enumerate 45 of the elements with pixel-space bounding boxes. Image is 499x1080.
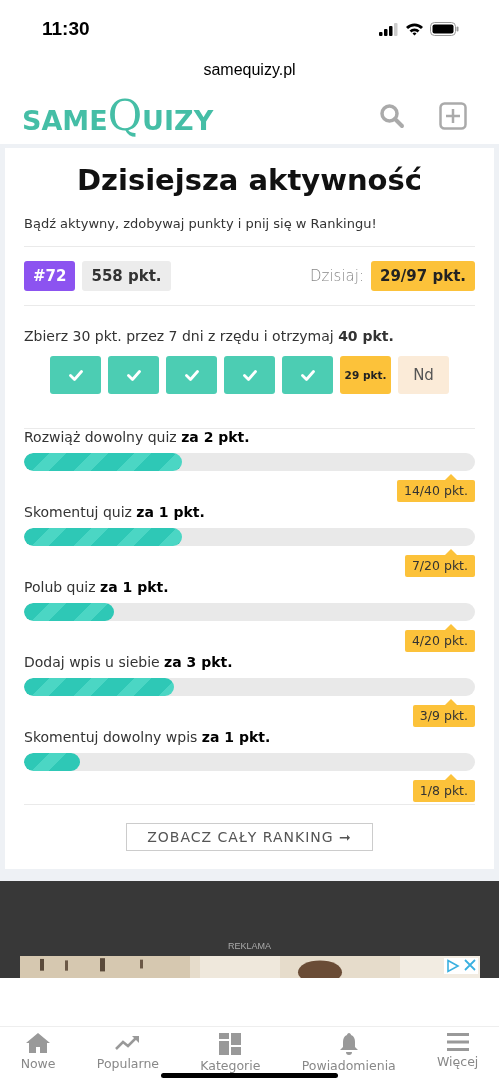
check-icon bbox=[300, 369, 315, 381]
bell-icon bbox=[338, 1033, 359, 1055]
nav-item[interactable]: Więcej bbox=[437, 1033, 479, 1069]
task-text: Skomentuj quiz za 1 pkt. bbox=[24, 504, 206, 520]
task-text: Dodaj wpis u siebie za 3 pkt. bbox=[24, 654, 234, 670]
task-text: Rozwiąż dowolny quiz za 2 pkt. bbox=[24, 429, 251, 445]
home-icon bbox=[26, 1033, 51, 1053]
status-time: 11:30 bbox=[42, 18, 90, 40]
check-icon bbox=[242, 369, 257, 381]
progress-tooltip: 3/9 pkt. bbox=[412, 699, 475, 727]
nav-item[interactable]: Popularne bbox=[96, 1033, 160, 1071]
check-icon bbox=[126, 369, 141, 381]
grid-icon bbox=[219, 1033, 242, 1055]
day-points-tile: 29 pkt. bbox=[340, 356, 391, 394]
card-title: Dzisiejsza aktywność bbox=[76, 162, 423, 199]
nav-item[interactable]: Kategorie bbox=[200, 1033, 261, 1073]
task-text: Skomentuj dowolny wpis za 1 pkt. bbox=[24, 729, 272, 745]
close-icon[interactable] bbox=[463, 959, 476, 971]
nav-item[interactable]: Powiadomienia bbox=[301, 1033, 396, 1073]
check-icon bbox=[184, 369, 199, 381]
check-icon bbox=[68, 369, 83, 381]
battery-icon bbox=[430, 22, 459, 36]
logo[interactable]: SAMEQUIZY bbox=[22, 95, 214, 137]
progress-tooltip: 4/20 pkt. bbox=[404, 624, 475, 652]
subtitle-text: Bądź aktywny, zdobywaj punkty i pnij się w Rankingu! bbox=[24, 216, 378, 231]
signal-icon bbox=[379, 22, 399, 36]
rank-badge: #72 bbox=[24, 261, 76, 291]
progress-tooltip: 1/8 pkt. bbox=[412, 774, 475, 802]
url-text[interactable]: samequizy.pl bbox=[203, 58, 296, 82]
streak-text: Zbierz 30 pkt. przez 7 dni z rzędu i otrzymaj 40 pkt. bbox=[24, 328, 395, 344]
today-label: Dzisiaj: bbox=[309, 267, 364, 285]
progress-tooltip: 7/20 pkt. bbox=[404, 549, 475, 577]
today-points-badge: 29/97 pkt. bbox=[370, 261, 475, 291]
progress-tooltip: 14/40 pkt. bbox=[396, 474, 475, 502]
add-icon[interactable] bbox=[439, 102, 467, 130]
nav-item[interactable]: Nowe bbox=[20, 1033, 56, 1071]
ranking-button[interactable]: ZOBACZ CAŁY RANKING ➞ bbox=[126, 823, 373, 851]
day-tile: Nd bbox=[398, 356, 449, 394]
ad-choices-icon[interactable] bbox=[445, 959, 460, 973]
points-badge: 558 pkt. bbox=[82, 261, 171, 291]
menu-icon bbox=[446, 1033, 469, 1051]
ad-label: REKLAMA bbox=[228, 941, 271, 951]
wifi-icon bbox=[405, 22, 424, 36]
search-icon[interactable] bbox=[379, 103, 405, 129]
task-text: Polub quiz za 1 pkt. bbox=[24, 579, 170, 595]
